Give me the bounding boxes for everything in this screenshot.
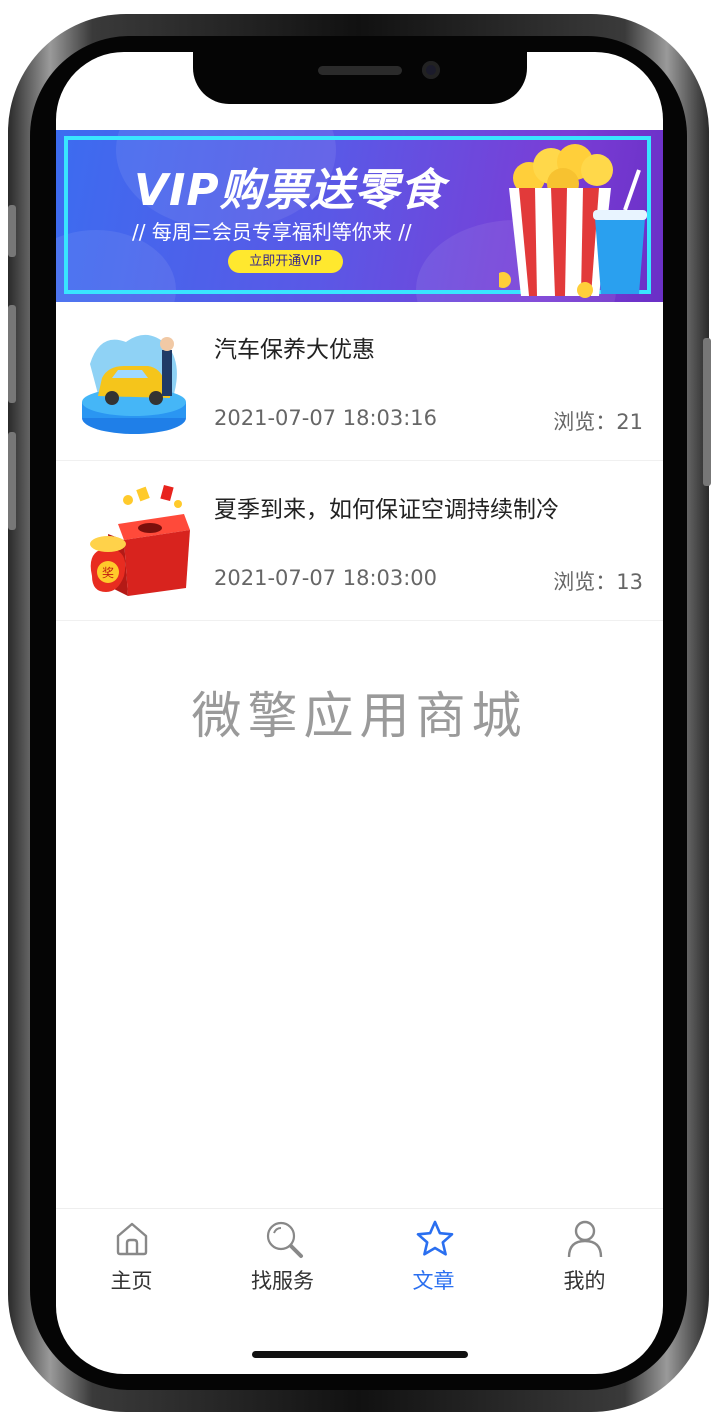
tab-label: 我的	[563, 1269, 606, 1293]
volume-up-button	[8, 305, 16, 403]
promo-banner[interactable]: VIP购票送零食 // 每周三会员专享福利等你来 // 立即开通VIP	[56, 130, 663, 302]
article-item[interactable]: 汽车保养大优惠 2021-07-07 18:03:16 浏览：21	[56, 302, 663, 461]
tab-label: 文章	[412, 1269, 455, 1293]
article-views: 浏览：13	[553, 570, 643, 594]
banner-title: VIP购票送零食	[134, 165, 445, 216]
watermark-text: 微擎应用商城	[191, 687, 528, 745]
popcorn-icon	[499, 144, 647, 298]
tab-label: 主页	[110, 1269, 153, 1293]
mute-switch	[8, 205, 16, 257]
open-vip-button[interactable]: 立即开通VIP	[228, 250, 343, 273]
app-screen: VIP购票送零食 // 每周三会员专享福利等你来 // 立即开通VIP 汽车保养…	[56, 52, 663, 1374]
power-button	[703, 338, 711, 486]
volume-down-button	[8, 432, 16, 530]
user-icon	[567, 1220, 603, 1258]
article-item[interactable]: 奖 夏季到来，如何保证空调持续制冷 2021-07-07 18:03:00 浏览…	[56, 462, 663, 621]
car-icon	[82, 334, 186, 434]
speaker-grille	[318, 66, 402, 75]
tab-home[interactable]: 主页	[56, 1209, 207, 1299]
camera-icon	[422, 61, 440, 79]
banner-subtitle: // 每周三会员专享福利等你来 //	[132, 220, 412, 244]
article-views: 浏览：21	[553, 410, 643, 434]
tab-mine[interactable]: 我的	[509, 1209, 660, 1299]
home-indicator[interactable]	[252, 1351, 468, 1358]
tab-label: 找服务	[251, 1269, 314, 1293]
svg-text:奖: 奖	[102, 566, 114, 580]
article-title: 夏季到来，如何保证空调持续制冷	[214, 497, 559, 523]
gift-box-icon: 奖	[90, 484, 190, 596]
tab-services[interactable]: 找服务	[207, 1209, 358, 1299]
phone-notch	[193, 48, 527, 104]
article-time: 2021-07-07 18:03:16	[214, 406, 438, 430]
article-time: 2021-07-07 18:03:00	[214, 566, 438, 590]
star-icon	[416, 1220, 454, 1256]
search-icon	[266, 1221, 303, 1258]
home-icon	[116, 1222, 148, 1256]
tab-articles[interactable]: 文章	[358, 1209, 509, 1299]
bottom-tab-bar: 主页 找服务 文章 我的	[56, 1208, 663, 1299]
article-title: 汽车保养大优惠	[214, 337, 375, 363]
